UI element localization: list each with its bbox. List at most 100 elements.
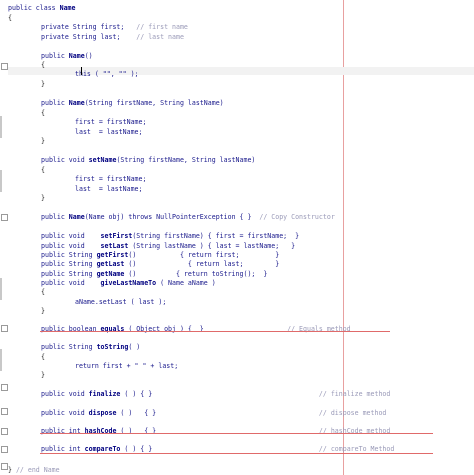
code-token: (String firstName, String lastName) (84, 99, 224, 107)
code-line[interactable]: { (41, 109, 45, 118)
fold-marker-finalize[interactable] (1, 384, 8, 391)
code-token: last = lastName; (75, 185, 143, 193)
fold-marker-dispose[interactable] (1, 408, 8, 415)
code-token: private String (41, 23, 101, 31)
code-comment: // dispose method (318, 409, 387, 417)
code-line[interactable]: { (41, 61, 45, 70)
code-token: } (41, 307, 45, 315)
code-line[interactable]: public class Name (8, 4, 76, 13)
code-line[interactable]: first = firstName; (75, 175, 146, 184)
code-identifier: toString (96, 343, 129, 351)
code-token: first = firstName; (75, 118, 147, 126)
gutter-change-bar (0, 116, 2, 138)
code-token: { (41, 353, 45, 361)
code-token: ( ) { } (116, 409, 319, 417)
code-token: return first + " " + last; (75, 362, 179, 370)
code-line[interactable]: this ( "", "" ); (75, 70, 139, 79)
code-line[interactable]: } (41, 194, 45, 203)
code-identifier: setLast (100, 242, 129, 250)
code-token: { (41, 288, 45, 296)
code-identifier: dispose (88, 409, 117, 417)
code-line[interactable]: } (41, 371, 45, 380)
code-token: (String lastName ) { last = lastName; } (128, 242, 296, 250)
code-identifier: finalize (88, 390, 121, 398)
code-token: ( ) (128, 343, 141, 351)
gutter-change-bar (0, 170, 2, 192)
code-line[interactable]: private String last; // last name (41, 33, 184, 42)
code-line[interactable]: public void giveLastNameTo ( Name aName … (41, 279, 216, 288)
code-token: } (8, 466, 16, 474)
code-token: public (41, 99, 69, 107)
code-line[interactable]: aName.setLast ( last ); (75, 298, 166, 307)
code-line[interactable]: public String toString( ) (41, 343, 140, 352)
code-line[interactable]: public void dispose ( ) { } // dispose m… (41, 409, 386, 418)
code-token: public String (41, 260, 97, 268)
error-underline-compareto (40, 453, 433, 454)
code-line[interactable]: public int hashCode ( ) { } // hashCode … (41, 427, 390, 436)
code-line[interactable]: public String getName () { return toStri… (41, 270, 267, 279)
code-token: first (100, 23, 121, 31)
code-identifier: setName (88, 156, 117, 164)
code-token: public class (8, 4, 60, 12)
code-line[interactable]: public String getLast () { return last; … (41, 260, 279, 269)
code-line[interactable]: public String getFirst() { return first;… (41, 251, 279, 260)
code-token: public int (41, 445, 85, 453)
code-token: first = firstName; (75, 175, 147, 183)
fold-marker-equals[interactable] (1, 325, 8, 332)
fold-marker-copy-constructor[interactable] (1, 214, 8, 221)
code-token: { (41, 166, 45, 174)
code-line[interactable]: { (41, 166, 45, 175)
code-line[interactable]: public void setLast (String lastName ) {… (41, 242, 295, 251)
code-line[interactable]: last = lastName; (75, 185, 143, 194)
code-token: public (41, 52, 69, 60)
code-token: public void (41, 242, 101, 250)
code-token: { (41, 61, 45, 69)
code-token: public void (41, 409, 89, 417)
code-line[interactable]: last = lastName; (75, 128, 143, 137)
code-token: () { return toString(); } (124, 270, 268, 278)
code-line[interactable]: { (8, 14, 12, 23)
code-identifier: compareTo (84, 445, 121, 453)
code-comment: // first name (136, 23, 188, 31)
fold-marker-hashcode[interactable] (1, 428, 8, 435)
code-token: ( ) { } (120, 445, 319, 453)
code-token: } (41, 371, 45, 379)
code-token: } (41, 137, 45, 145)
code-line[interactable]: } // end Name (8, 466, 60, 475)
code-identifier: getFirst (96, 251, 129, 259)
code-token: } (41, 80, 45, 88)
code-line[interactable]: public Name(String firstName, String las… (41, 99, 224, 108)
code-line[interactable]: return first + " " + last; (75, 362, 178, 371)
code-token: public String (41, 343, 97, 351)
code-token: public void (41, 232, 101, 240)
code-token: ; (120, 23, 137, 31)
code-token: ( ) { } (120, 390, 319, 398)
code-line[interactable]: public void setFirst(String firstName) {… (41, 232, 299, 241)
code-line[interactable]: } (41, 80, 45, 89)
code-comment: // end Name (15, 466, 60, 474)
fold-marker-compareto[interactable] (1, 446, 8, 453)
code-line[interactable]: } (41, 137, 45, 146)
code-line[interactable]: public void finalize ( ) { } // finalize… (41, 390, 390, 399)
code-line[interactable]: private String first; // first name (41, 23, 188, 32)
fold-marker-class-end[interactable] (1, 463, 8, 470)
code-identifier: Name (68, 213, 85, 221)
code-line[interactable]: { (41, 353, 45, 362)
code-line[interactable]: public Name() (41, 52, 93, 61)
error-underline-hashcode (40, 433, 433, 434)
code-line[interactable]: first = firstName; (75, 118, 146, 127)
code-token: this ( "", "" ); (75, 70, 139, 78)
code-editor[interactable]: public class Name{private String first; … (0, 0, 474, 475)
code-line[interactable]: public boolean equals ( Object obj ) { }… (41, 325, 351, 334)
code-token: { (41, 109, 45, 117)
fold-marker-constructor[interactable] (1, 63, 8, 70)
code-line[interactable]: public void setName(String firstName, St… (41, 156, 255, 165)
code-line[interactable]: public Name(Name obj) throws NullPointer… (41, 213, 335, 222)
code-token: last = lastName; (75, 128, 143, 136)
code-comment: // compareTo Method (318, 445, 395, 453)
code-line[interactable]: } (41, 307, 45, 316)
code-token: private String (41, 33, 101, 41)
code-identifier: Name (59, 4, 76, 12)
code-token: public (41, 213, 69, 221)
code-line[interactable]: { (41, 288, 45, 297)
